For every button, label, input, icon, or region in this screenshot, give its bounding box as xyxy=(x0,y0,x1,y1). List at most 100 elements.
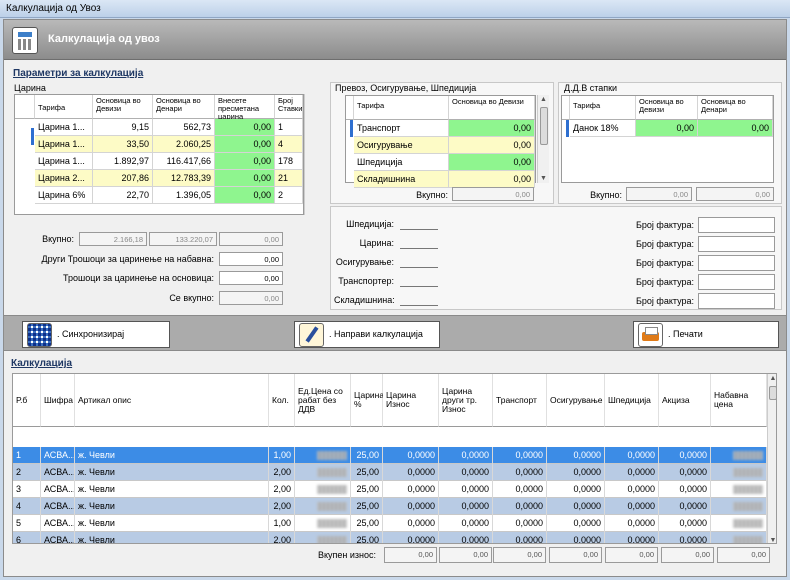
calc-cell-carina_pct[interactable]: 25,00 xyxy=(351,515,383,532)
calc-header-carina_iznos[interactable]: Царина Износ xyxy=(383,374,439,427)
prevoz-scrollbar[interactable]: ▲ ▼ xyxy=(537,95,549,183)
calc-cell-akciza[interactable]: 0,0000 xyxy=(659,464,711,481)
faktura-input[interactable] xyxy=(698,217,775,233)
calc-header-cena[interactable]: Ед.Цена со рабат без ДДВ xyxy=(295,374,351,427)
prevoz-cell-value[interactable]: 0,00 xyxy=(449,171,535,188)
calc-cell-carina_pct[interactable]: 25,00 xyxy=(351,464,383,481)
faktura-input[interactable] xyxy=(698,255,775,271)
calc-header-sped[interactable]: Шпедиција xyxy=(605,374,659,427)
calc-cell-carina_iznos[interactable]: 0,0000 xyxy=(383,532,439,543)
calc-cell-akciza[interactable]: 0,0000 xyxy=(659,481,711,498)
calc-cell-osig[interactable]: 0,0000 xyxy=(547,481,605,498)
calc-cell-sped[interactable]: 0,0000 xyxy=(605,447,659,464)
calc-cell-sped[interactable]: 0,0000 xyxy=(605,532,659,543)
calc-cell-opis[interactable]: ж. Чевли xyxy=(75,532,269,543)
carina-cell-stavki[interactable]: 2 xyxy=(275,187,303,204)
calc-header-akciza[interactable]: Акциза xyxy=(659,374,711,427)
calc-cell-rb[interactable]: 2 xyxy=(13,464,41,481)
calc-cell-opis[interactable]: ж. Чевли xyxy=(75,447,269,464)
calc-cell-sifra[interactable]: АСВА... xyxy=(41,532,75,543)
calc-cell-cena[interactable] xyxy=(295,498,351,515)
calc-cell-carina_iznos[interactable]: 0,0000 xyxy=(383,447,439,464)
calc-cell-drugi[interactable]: 0,0000 xyxy=(439,532,493,543)
carina-cell-carina[interactable]: 0,00 xyxy=(215,119,275,136)
prevoz-cell-tarifa[interactable]: Шпедиција xyxy=(354,154,449,171)
carina-cell-denari[interactable]: 2.060,25 xyxy=(153,136,215,153)
carina-cell-devizi[interactable]: 33,50 xyxy=(93,136,153,153)
calc-cell-transport[interactable]: 0,0000 xyxy=(493,464,547,481)
calc-cell-akciza[interactable]: 0,0000 xyxy=(659,498,711,515)
calc-table-row[interactable]: 3 АСВА... ж. Чевли 2,00 25,00 0,0000 0,0000 0,0… xyxy=(13,481,768,498)
calc-cell-drugi[interactable]: 0,0000 xyxy=(439,447,493,464)
calc-cell-cena[interactable] xyxy=(295,532,351,543)
carina-cell-devizi[interactable]: 207,86 xyxy=(93,170,153,187)
calc-header-rb[interactable]: Р.б xyxy=(13,374,41,427)
calc-cell-rb[interactable]: 5 xyxy=(13,515,41,532)
calc-cell-kol[interactable]: 2,00 xyxy=(269,481,295,498)
ddv-cell-denari[interactable]: 0,00 xyxy=(698,120,773,137)
calc-cell-sifra[interactable]: АСВА... xyxy=(41,481,75,498)
calc-header-kol[interactable]: Кол. xyxy=(269,374,295,427)
carina-cell-tarifa[interactable]: Царина 1... xyxy=(35,119,93,136)
calc-cell-drugi[interactable]: 0,0000 xyxy=(439,515,493,532)
prevoz-cell-value[interactable]: 0,00 xyxy=(449,137,535,154)
carina-cell-tarifa[interactable]: Царина 2... xyxy=(35,170,93,187)
make-calculation-button[interactable]: . Направи калкулација xyxy=(294,321,440,348)
calc-scroll-down-icon[interactable]: ▼ xyxy=(768,537,776,543)
calc-cell-nabavna[interactable] xyxy=(711,498,767,515)
calc-table-row[interactable]: 2 АСВА... ж. Чевли 2,00 25,00 0,0000 0,0000 0,0… xyxy=(13,464,768,481)
calc-cell-sifra[interactable]: АСВА... xyxy=(41,464,75,481)
carina-cell-tarifa[interactable]: Царина 1... xyxy=(35,136,93,153)
calc-cell-cena[interactable] xyxy=(295,447,351,464)
calc-cell-carina_iznos[interactable]: 0,0000 xyxy=(383,464,439,481)
carina-cell-denari[interactable]: 1.396,05 xyxy=(153,187,215,204)
carina-cell-devizi[interactable]: 1.892,97 xyxy=(93,153,153,170)
calc-cell-carina_pct[interactable]: 25,00 xyxy=(351,447,383,464)
calc-cell-rb[interactable]: 1 xyxy=(13,447,41,464)
calc-cell-carina_iznos[interactable]: 0,0000 xyxy=(383,498,439,515)
print-button[interactable]: . Печати xyxy=(633,321,779,348)
prevoz-cell-tarifa[interactable]: Осигурување xyxy=(354,137,449,154)
calc-header-sifra[interactable]: Шифра xyxy=(41,374,75,427)
calc-cell-cena[interactable] xyxy=(295,515,351,532)
calc-scroll-up-icon[interactable]: ▲ xyxy=(768,375,776,382)
calc-cell-transport[interactable]: 0,0000 xyxy=(493,532,547,543)
calc-table-row[interactable]: 4 АСВА... ж. Чевли 2,00 25,00 0,0000 0,0000 0,0… xyxy=(13,498,768,515)
faktura-input[interactable] xyxy=(698,274,775,290)
calc-cell-sifra[interactable]: АСВА... xyxy=(41,447,75,464)
prevoz-cell-tarifa[interactable]: Транспорт xyxy=(354,120,449,137)
ddv-cell-tarifa[interactable]: Данок 18% xyxy=(570,120,636,137)
calc-cell-nabavna[interactable] xyxy=(711,464,767,481)
calc-cell-rb[interactable]: 6 xyxy=(13,532,41,543)
calc-cell-opis[interactable]: ж. Чевли xyxy=(75,498,269,515)
calc-cell-akciza[interactable]: 0,0000 xyxy=(659,447,711,464)
calc-cell-sped[interactable]: 0,0000 xyxy=(605,515,659,532)
prevoz-cell-value[interactable]: 0,00 xyxy=(449,154,535,171)
carina-cell-tarifa[interactable]: Царина 6% xyxy=(35,187,93,204)
carina-cell-stavki[interactable]: 4 xyxy=(275,136,303,153)
calc-cell-rb[interactable]: 3 xyxy=(13,481,41,498)
calc-header-transport[interactable]: Транспорт xyxy=(493,374,547,427)
calc-cell-carina_iznos[interactable]: 0,0000 xyxy=(383,481,439,498)
ddv-cell-devizi[interactable]: 0,00 xyxy=(636,120,698,137)
calc-cell-transport[interactable]: 0,0000 xyxy=(493,515,547,532)
calc-cell-carina_iznos[interactable]: 0,0000 xyxy=(383,515,439,532)
calc-table-row[interactable]: 6 АСВА... ж. Чевли 2,00 25,00 0,0000 0,0000 0,0… xyxy=(13,532,768,543)
calc-cell-drugi[interactable]: 0,0000 xyxy=(439,464,493,481)
carina-cell-stavki[interactable]: 178 xyxy=(275,153,303,170)
calc-cell-sped[interactable]: 0,0000 xyxy=(605,481,659,498)
calc-cell-kol[interactable]: 1,00 xyxy=(269,515,295,532)
calc-scrollbar[interactable]: ▲ ▼ xyxy=(767,374,776,543)
carina-cell-carina[interactable]: 0,00 xyxy=(215,187,275,204)
calc-cell-nabavna[interactable] xyxy=(711,515,767,532)
calc-cell-opis[interactable]: ж. Чевли xyxy=(75,464,269,481)
calc-cell-sped[interactable]: 0,0000 xyxy=(605,464,659,481)
carina-cell-stavki[interactable]: 1 xyxy=(275,119,303,136)
calc-cell-nabavna[interactable] xyxy=(711,532,767,543)
calc-cell-osig[interactable]: 0,0000 xyxy=(547,464,605,481)
calc-cell-kol[interactable]: 1,00 xyxy=(269,447,295,464)
carina-cell-carina[interactable]: 0,00 xyxy=(215,136,275,153)
calc-cell-nabavna[interactable] xyxy=(711,481,767,498)
calc-header-opis[interactable]: Артикал опис xyxy=(75,374,269,427)
carina-cell-carina[interactable]: 0,00 xyxy=(215,170,275,187)
